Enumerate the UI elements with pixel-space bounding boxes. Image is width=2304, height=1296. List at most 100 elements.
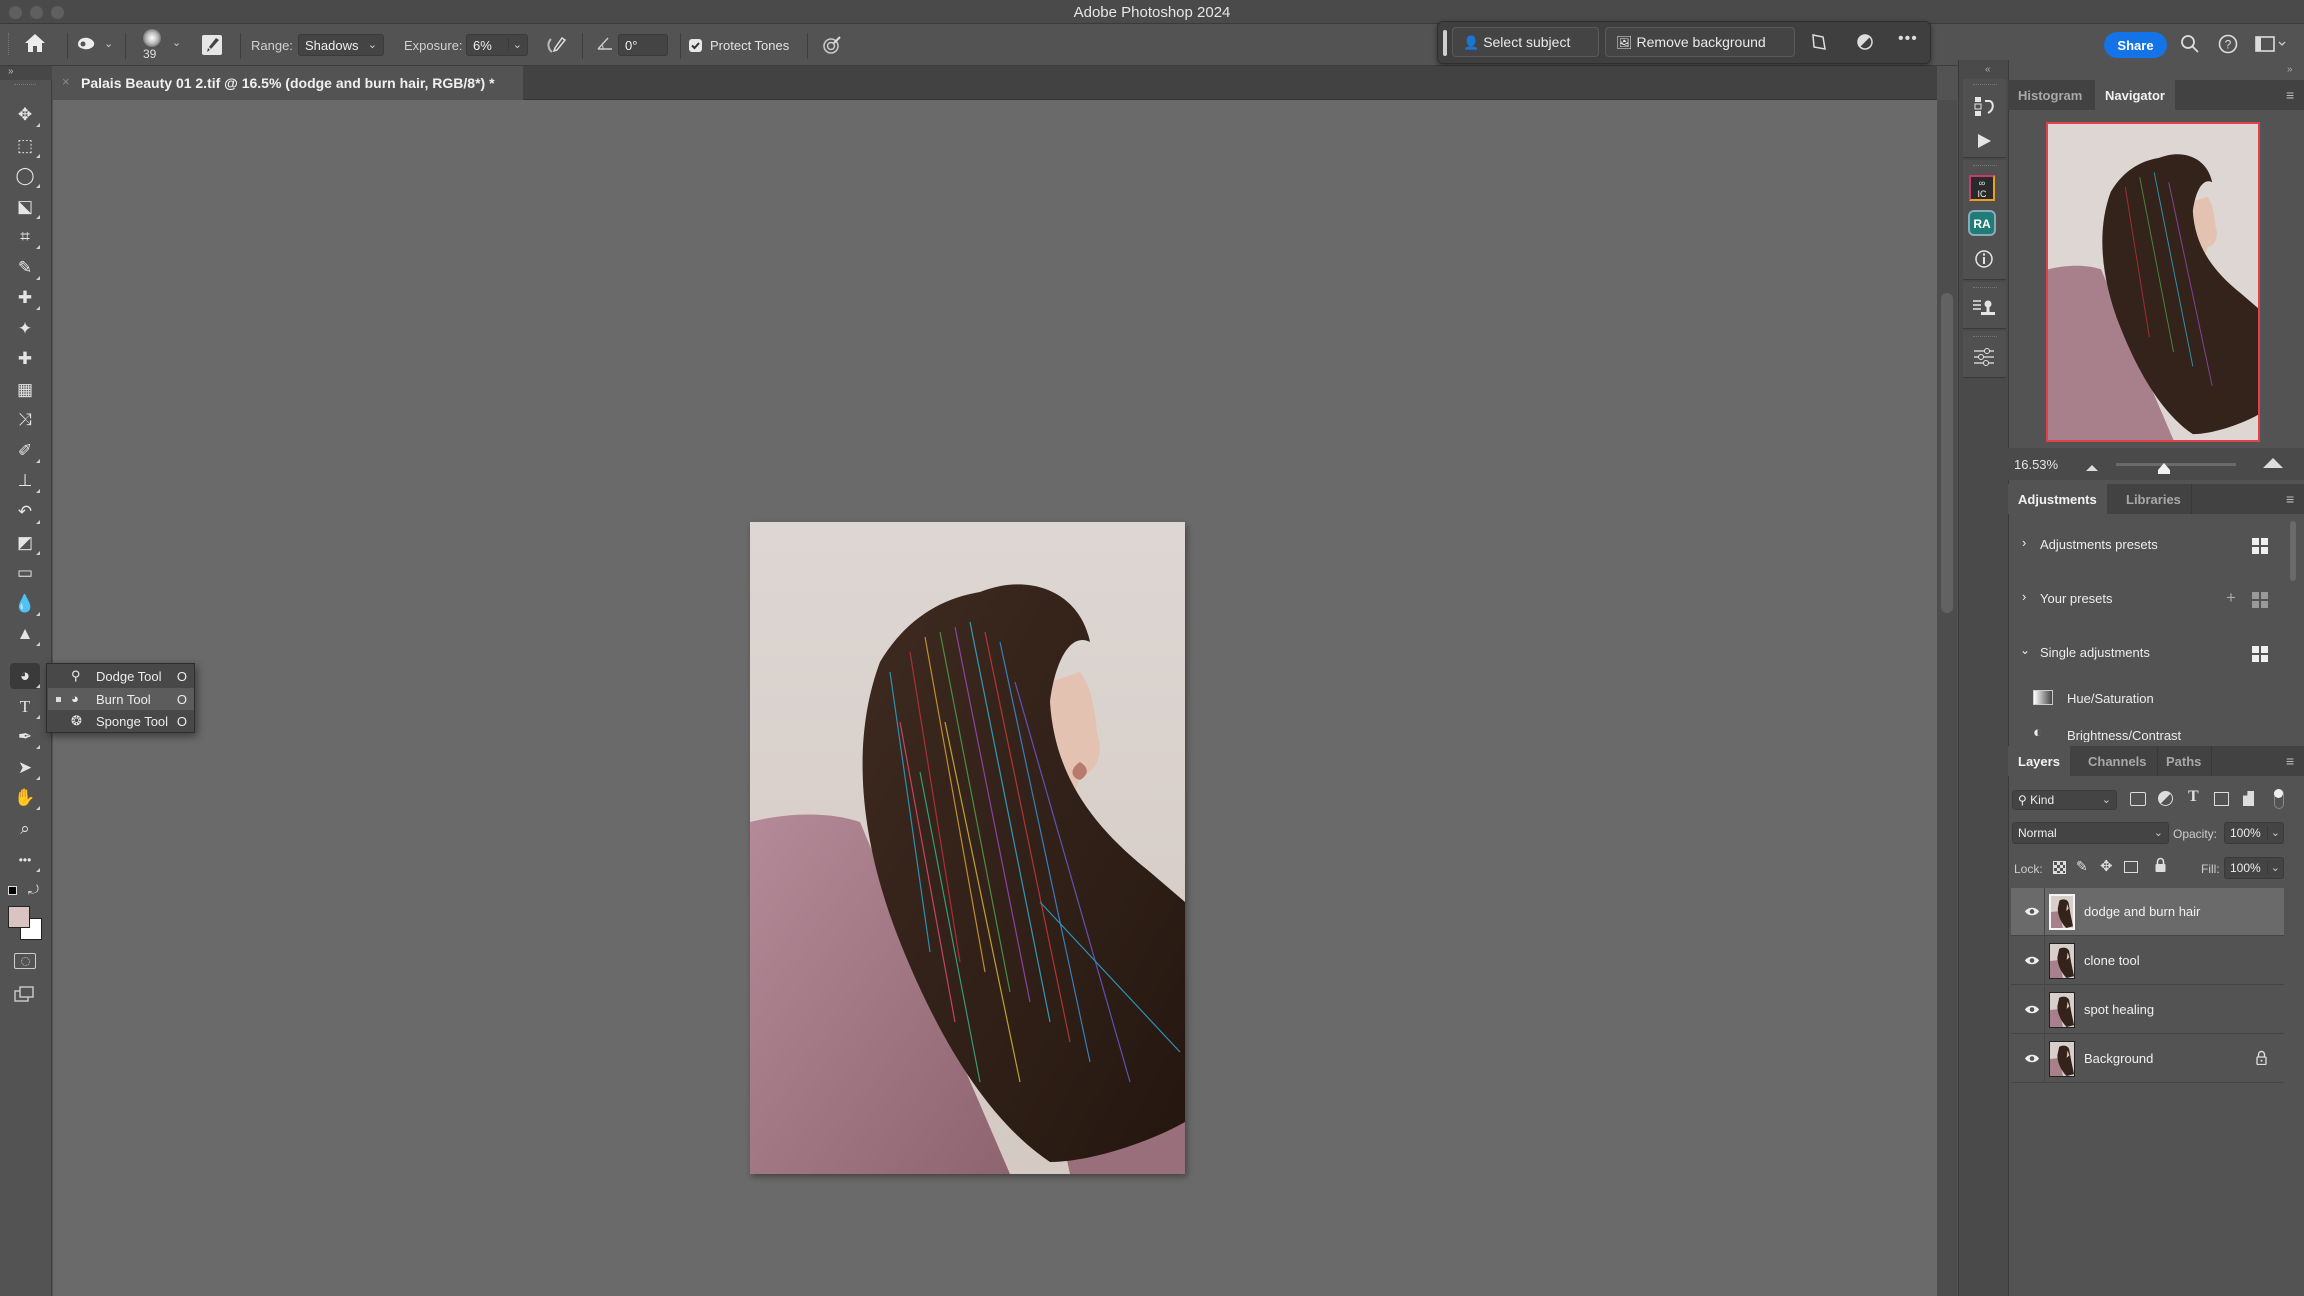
range-select[interactable]: Shadows ⌄ bbox=[298, 34, 384, 56]
search-button[interactable] bbox=[2180, 34, 2200, 59]
toolbar-collapse-button[interactable]: » bbox=[0, 66, 52, 80]
history-panel-button[interactable] bbox=[1968, 92, 2000, 120]
filter-type-layers-icon[interactable]: T bbox=[2188, 788, 2199, 806]
layer-row[interactable]: spot healing bbox=[2011, 986, 2284, 1034]
layer-name[interactable]: Background bbox=[2084, 1051, 2153, 1066]
select-subject-button[interactable]: 👤 Select subject bbox=[1452, 27, 1599, 57]
lock-position-icon[interactable]: ✥ bbox=[2100, 857, 2113, 875]
zoom-in-icon[interactable] bbox=[2262, 456, 2284, 474]
properties-panel-button[interactable] bbox=[1968, 343, 2000, 371]
tab-libraries[interactable]: Libraries bbox=[2116, 484, 2192, 514]
document-tab-title[interactable]: Palais Beauty 01 2.tif @ 16.5% (dodge an… bbox=[81, 75, 495, 91]
layer-lock-icon[interactable] bbox=[2256, 1050, 2267, 1070]
healing-brush-tool[interactable]: ✚ bbox=[10, 346, 40, 372]
filter-shape-layers-icon[interactable] bbox=[2214, 792, 2229, 806]
lock-all-icon[interactable] bbox=[2155, 857, 2166, 872]
help-button[interactable]: ? bbox=[2218, 34, 2238, 59]
move-tool[interactable]: ✥ bbox=[10, 102, 40, 128]
navigator-preview[interactable] bbox=[2046, 122, 2260, 442]
toolbar-grip[interactable] bbox=[14, 84, 36, 86]
remove-background-button[interactable]: 🖼 Remove background bbox=[1605, 27, 1795, 57]
taskbar-drag-handle[interactable] bbox=[1443, 30, 1447, 56]
actions-panel-button[interactable] bbox=[1968, 127, 2000, 155]
adjustment-item-brightness-contrast[interactable]: ◐ Brightness/Contrast bbox=[2008, 726, 2288, 742]
swap-colors-icon[interactable]: ⤾ bbox=[28, 882, 39, 898]
lasso-tool[interactable]: ◯ bbox=[10, 163, 40, 189]
vertical-scrollbar[interactable] bbox=[1937, 100, 1957, 1296]
panel-menu-icon[interactable]: ≡ bbox=[2286, 491, 2294, 507]
ra-plugin-button[interactable]: RA bbox=[1968, 210, 1996, 236]
pen-tool[interactable]: ✒ bbox=[10, 724, 40, 750]
pressure-size-toggle[interactable] bbox=[822, 35, 842, 60]
rectangular-marquee-tool[interactable]: ⬚ bbox=[10, 133, 40, 159]
navigator-zoom-slider[interactable] bbox=[2116, 463, 2236, 466]
panel-menu-icon[interactable]: ≡ bbox=[2286, 753, 2294, 769]
filter-toggle-switch[interactable] bbox=[2274, 789, 2284, 809]
grid-view-icon[interactable] bbox=[2252, 592, 2268, 608]
navigator-zoom-value[interactable]: 16.53% bbox=[2012, 452, 2076, 476]
brush-chevron-icon[interactable]: ⌄ bbox=[172, 36, 181, 49]
protect-tones-checkbox[interactable] bbox=[689, 39, 702, 52]
transform-button[interactable] bbox=[1810, 33, 1828, 56]
blend-mode-select[interactable]: Normal ⌄ bbox=[2012, 822, 2169, 844]
airbrush-toggle[interactable] bbox=[546, 35, 568, 60]
collapse-panels-right-icon[interactable]: » bbox=[2287, 64, 2293, 75]
more-options-icon[interactable]: ••• bbox=[1898, 30, 1918, 48]
opacity-dropdown-icon[interactable]: ⌄ bbox=[2266, 826, 2280, 839]
brush-settings-button[interactable] bbox=[202, 35, 222, 55]
brush-preset-picker[interactable] bbox=[143, 29, 161, 47]
tab-histogram[interactable]: Histogram bbox=[2008, 80, 2092, 110]
exposure-input[interactable]: 6% ⌄ bbox=[466, 34, 528, 56]
workspace-button[interactable] bbox=[2255, 35, 2287, 58]
grid-view-icon[interactable] bbox=[2252, 646, 2268, 662]
layer-thumbnail[interactable] bbox=[2049, 894, 2075, 930]
visibility-eye-icon[interactable] bbox=[2024, 1002, 2040, 1018]
flyout-item-sponge-tool[interactable]: ❂ Sponge Tool O bbox=[48, 710, 194, 732]
quick-mask-button[interactable] bbox=[14, 953, 36, 969]
remove-tool[interactable]: ✦ bbox=[10, 316, 40, 342]
home-button[interactable] bbox=[24, 33, 46, 59]
layer-thumbnail[interactable] bbox=[2049, 1041, 2075, 1077]
spot-healing-brush-tool[interactable]: ✚ bbox=[10, 285, 40, 311]
visibility-eye-icon[interactable] bbox=[2024, 1051, 2040, 1067]
zoom-out-icon[interactable] bbox=[2085, 459, 2099, 477]
panel-menu-icon[interactable]: ≡ bbox=[2286, 87, 2294, 103]
flyout-item-dodge-tool[interactable]: ⚲ Dodge Tool O bbox=[48, 665, 194, 687]
type-tool[interactable]: T bbox=[10, 694, 40, 720]
layer-name[interactable]: dodge and burn hair bbox=[2084, 904, 2200, 919]
crop-tool[interactable]: ⌗ bbox=[10, 224, 40, 250]
clone-stamp-tool[interactable]: ⊥ bbox=[10, 468, 40, 494]
edit-toolbar[interactable]: ••• bbox=[10, 847, 40, 873]
default-colors-icon[interactable] bbox=[8, 886, 17, 895]
filter-adjustment-layers-icon[interactable] bbox=[2158, 791, 2173, 806]
blur-tool[interactable]: 💧 bbox=[10, 591, 40, 617]
eraser-tool[interactable]: ◩ bbox=[10, 530, 40, 556]
adjustment-button[interactable] bbox=[1856, 33, 1874, 56]
grid-view-icon[interactable] bbox=[2252, 538, 2268, 554]
layer-row[interactable]: clone tool bbox=[2011, 937, 2284, 985]
hand-tool[interactable]: ✋ bbox=[10, 785, 40, 811]
tab-paths[interactable]: Paths bbox=[2156, 746, 2213, 776]
lock-artboard-icon[interactable] bbox=[2124, 861, 2138, 873]
opacity-input[interactable]: 100% ⌄ bbox=[2224, 822, 2284, 844]
layer-name[interactable]: spot healing bbox=[2084, 1002, 2154, 1017]
fill-input[interactable]: 100% ⌄ bbox=[2224, 857, 2284, 879]
clone-source-panel-button[interactable] bbox=[1968, 294, 2000, 322]
layer-name[interactable]: clone tool bbox=[2084, 953, 2140, 968]
tab-layers[interactable]: Layers bbox=[2008, 746, 2070, 776]
layer-filter-kind-select[interactable]: ⚲ Kind ⌄ bbox=[2012, 790, 2117, 810]
tab-channels[interactable]: Channels bbox=[2078, 746, 2158, 776]
brush-tool[interactable]: ✐ bbox=[10, 438, 40, 464]
collapse-panels-left-icon[interactable]: « bbox=[1985, 64, 1991, 75]
tab-adjustments[interactable]: Adjustments bbox=[2008, 484, 2107, 514]
share-button[interactable]: Share bbox=[2104, 32, 2167, 58]
document-image[interactable] bbox=[750, 522, 1185, 1174]
foreground-color-swatch[interactable] bbox=[8, 906, 30, 928]
ic-plugin-button[interactable]: ∞ IC bbox=[1969, 175, 1995, 201]
single-adjustments-section[interactable]: ⌄ Single adjustments bbox=[2008, 643, 2288, 663]
sharpen-tool[interactable]: ▲ bbox=[10, 621, 40, 647]
tool-preset-picker[interactable]: ⌄ bbox=[76, 36, 113, 57]
screen-mode-button[interactable] bbox=[14, 985, 36, 1008]
adjustment-item-hue-saturation[interactable]: Hue/Saturation bbox=[2008, 689, 2288, 709]
tab-navigator[interactable]: Navigator bbox=[2095, 80, 2175, 110]
